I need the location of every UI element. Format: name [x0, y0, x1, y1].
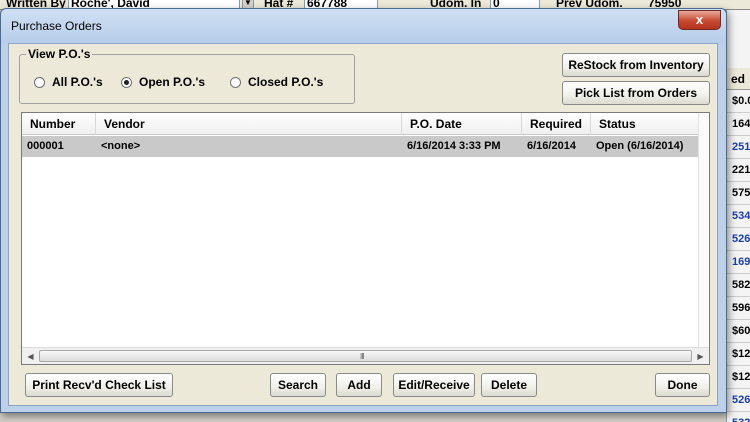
dialog-titlebar[interactable]: Purchase Orders x: [1, 9, 726, 43]
column-header-number[interactable]: Number: [22, 113, 96, 135]
row-status: Open (6/16/2014): [596, 140, 684, 152]
background-grid-cell: 534.3: [727, 205, 750, 228]
radio-all-pos[interactable]: All P.O.'s: [34, 75, 103, 89]
horizontal-scrollbar[interactable]: ◀ III ▶: [22, 347, 709, 364]
radio-circle-icon: [34, 76, 45, 88]
done-button[interactable]: Done: [655, 373, 710, 397]
list-header: Number Vendor P.O. Date Required Status: [22, 113, 698, 135]
background-grid-cell: 526.1: [727, 389, 750, 412]
row-required: 6/16/2014: [527, 140, 576, 152]
radio-open-pos[interactable]: Open P.O.'s: [121, 75, 205, 89]
background-grid-cell: $12.0: [727, 366, 750, 389]
background-grid-cell: 164.9: [727, 113, 750, 136]
radio-circle-icon: [121, 76, 132, 88]
row-vendor: <none>: [101, 140, 141, 152]
background-grid-cell: 582.4: [727, 274, 750, 297]
close-icon: x: [695, 12, 704, 27]
background-grid-cell: 532.5: [727, 412, 750, 422]
add-button[interactable]: Add: [336, 373, 382, 397]
radio-closed-pos-label: Closed P.O.'s: [248, 75, 324, 89]
dialog-client-area: View P.O.'s All P.O.'s Open P.O.'s Close…: [8, 43, 718, 406]
vertical-scroll-track[interactable]: [698, 113, 709, 347]
background-grid-cell: $60.4: [727, 320, 750, 343]
radio-open-pos-label: Open P.O.'s: [139, 75, 205, 89]
background-grid-cell: $12.0: [727, 343, 750, 366]
background-grid-cell: 221.5: [727, 159, 750, 182]
background-grid-cell: 251.0: [727, 136, 750, 159]
radio-circle-icon: [230, 76, 241, 88]
purchase-orders-list[interactable]: Number Vendor P.O. Date Required Status …: [21, 112, 710, 365]
scroll-grip-icon: III: [360, 352, 365, 361]
background-grid-cell: $0.0: [727, 90, 750, 113]
scroll-right-arrow-icon[interactable]: ▶: [692, 348, 709, 365]
restock-from-inventory-button[interactable]: ReStock from Inventory: [562, 53, 710, 77]
table-row[interactable]: 000001 <none> 6/16/2014 3:33 PM 6/16/201…: [22, 136, 698, 157]
scroll-thumb[interactable]: III: [39, 350, 692, 362]
column-header-required[interactable]: Required: [522, 113, 591, 135]
view-pos-legend: View P.O.'s: [26, 47, 93, 61]
background-grid-cell: 526.7: [727, 228, 750, 251]
background-grid-column: ed $0.0164.9251.0221.5575.0534.3526.7169…: [726, 10, 750, 422]
search-button[interactable]: Search: [270, 373, 326, 397]
row-number: 000001: [27, 140, 64, 152]
scroll-left-arrow-icon[interactable]: ◀: [22, 348, 39, 365]
edit-receive-button[interactable]: Edit/Receive: [393, 373, 475, 397]
background-grid-cell: 596.7: [727, 297, 750, 320]
radio-all-pos-label: All P.O.'s: [52, 75, 103, 89]
dialog-title: Purchase Orders: [11, 19, 102, 33]
print-check-list-button[interactable]: Print Recv'd Check List: [25, 373, 173, 397]
delete-button[interactable]: Delete: [481, 373, 537, 397]
row-po-date: 6/16/2014 3:33 PM: [407, 140, 501, 152]
background-grid-cell: 575.0: [727, 182, 750, 205]
purchase-orders-dialog: Purchase Orders x View P.O.'s All P.O.'s…: [0, 8, 727, 413]
view-pos-group: View P.O.'s All P.O.'s Open P.O.'s Close…: [19, 47, 355, 104]
column-header-vendor[interactable]: Vendor: [96, 113, 402, 135]
column-header-po-date[interactable]: P.O. Date: [402, 113, 522, 135]
radio-closed-pos[interactable]: Closed P.O.'s: [230, 75, 323, 89]
column-header-status[interactable]: Status: [591, 113, 698, 135]
close-button[interactable]: x: [678, 10, 721, 30]
pick-list-from-orders-button[interactable]: Pick List from Orders: [562, 81, 710, 105]
background-column-header: ed: [727, 68, 750, 90]
background-grid-cell: 169.2: [727, 251, 750, 274]
